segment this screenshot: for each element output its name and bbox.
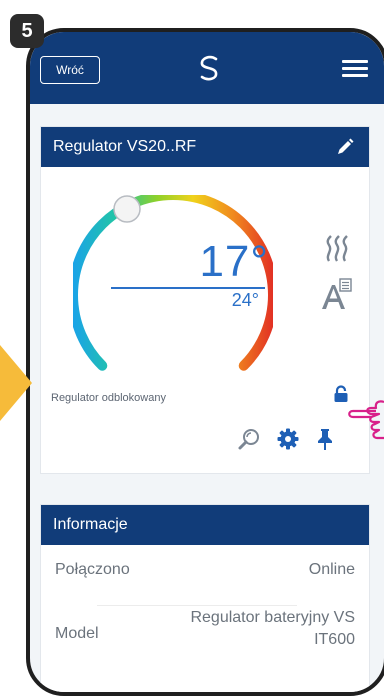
connection-label: Połączono [55,561,130,578]
pointing-hand-icon [348,400,384,440]
top-bar: Wróć [30,32,384,104]
lock-status-text: Regulator odblokowany [51,392,166,404]
device-card: Regulator VS20..RF 17° 24° Regulator odb… [40,126,370,474]
device-card-header: Regulator VS20..RF [41,127,369,167]
magnifier-icon[interactable] [237,427,261,451]
heat-waves-icon[interactable] [323,235,353,263]
pencil-icon[interactable] [335,137,355,157]
swirl-logo-icon[interactable] [196,54,222,82]
model-value-line2: IT600 [314,631,355,648]
current-temperature: 17° [199,237,269,286]
model-label: Model [55,625,99,642]
connection-value: Online [308,561,355,578]
temperature-divider [111,287,265,289]
set-temperature: 24° [231,290,259,310]
dial-handle [113,195,141,223]
auto-mode-icon[interactable] [319,277,353,311]
phone-frame: Wróć Regulator VS20..RF 17° 24° Regulato… [26,28,384,696]
info-title: Informacje [53,516,128,533]
step-arrow [0,345,32,421]
gear-icon[interactable] [277,428,299,450]
card-actions [237,427,335,451]
model-value: Regulator bateryjny VS IT600 [155,607,355,651]
row-divider [97,605,297,606]
back-button[interactable]: Wróć [40,56,100,84]
step-number-badge: 5 [10,14,44,48]
info-row-connection: Połączono Online [41,561,369,579]
device-title: Regulator VS20..RF [53,138,197,155]
hamburger-menu-icon[interactable] [342,60,368,78]
pin-icon[interactable] [315,427,335,451]
model-value-line1: Regulator bateryjny VS [190,609,355,626]
info-card-header: Informacje [41,505,369,545]
info-card: Informacje Połączono Online Model Regula… [40,504,370,692]
